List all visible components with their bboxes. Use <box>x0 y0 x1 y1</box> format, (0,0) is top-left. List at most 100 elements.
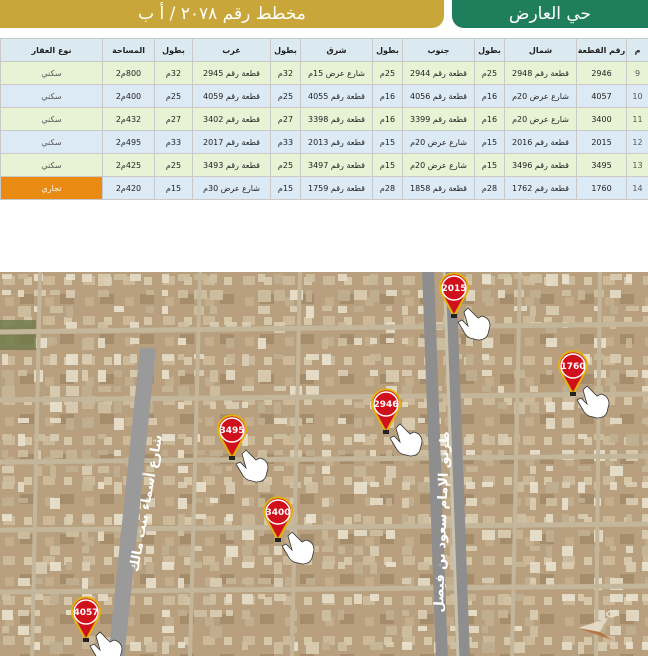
building-block <box>386 642 394 647</box>
cell-area: 800م2 <box>102 61 155 85</box>
building-block <box>338 530 348 539</box>
building-block <box>402 610 409 616</box>
cell-south: شارع عرض 20م <box>402 130 475 154</box>
building-block <box>18 578 30 586</box>
building-block <box>210 578 222 587</box>
building-block <box>114 402 122 413</box>
building-block <box>130 274 141 281</box>
building-block <box>178 338 186 345</box>
building-block <box>114 482 122 494</box>
building-block <box>354 450 366 457</box>
building-block <box>162 642 169 654</box>
building-block <box>66 418 74 430</box>
cell-west-len: 27م <box>154 107 193 131</box>
building-block <box>498 402 507 409</box>
building-block <box>82 466 92 475</box>
cell-north-len: 25م <box>474 61 505 85</box>
building-block <box>370 594 379 601</box>
cell-east: قطعة رقم 3497 <box>300 153 373 177</box>
building-block <box>610 354 621 363</box>
building-block <box>562 418 574 428</box>
building-block <box>98 290 109 297</box>
building-block <box>50 450 63 458</box>
building-block <box>2 514 12 521</box>
building-block <box>98 402 111 413</box>
building-block <box>66 562 72 570</box>
building-block <box>466 482 475 489</box>
building-block <box>546 306 559 315</box>
building-block <box>34 594 43 600</box>
building-block <box>82 562 90 571</box>
building-block <box>242 514 254 526</box>
building-block <box>114 306 124 312</box>
pin-tip <box>451 314 457 318</box>
cell-plot: 3495 <box>576 153 627 177</box>
building-block <box>178 354 184 360</box>
building-block <box>194 610 207 617</box>
building-block <box>530 386 538 392</box>
building-block <box>18 434 25 446</box>
building-block <box>354 402 365 408</box>
building-block <box>546 402 555 412</box>
building-block <box>114 418 124 430</box>
col-header-type: نوع العقار <box>0 38 103 62</box>
building-block <box>418 418 425 423</box>
building-block <box>274 450 283 455</box>
building-block <box>386 370 399 382</box>
building-block <box>530 626 538 637</box>
building-block <box>322 338 328 349</box>
cell-west: قطعة رقم 2945 <box>192 61 271 85</box>
building-block <box>466 338 473 346</box>
building-block <box>2 450 8 458</box>
building-block <box>466 498 477 506</box>
building-block <box>466 434 474 443</box>
building-block <box>82 578 88 589</box>
building-block <box>50 562 61 571</box>
cell-south: قطعة رقم 1858 <box>402 176 475 200</box>
building-block <box>178 274 190 281</box>
cell-area: 432م2 <box>102 107 155 131</box>
building-block <box>2 386 15 397</box>
building-block <box>322 466 330 474</box>
cell-south-len: 25م <box>372 61 403 85</box>
building-block <box>242 578 253 584</box>
building-block <box>258 530 264 536</box>
building-block <box>50 306 63 313</box>
building-block <box>66 466 78 472</box>
building-block <box>114 386 121 392</box>
building-block <box>306 514 316 523</box>
building-block <box>242 354 249 366</box>
building-block <box>578 530 590 536</box>
satellite-map[interactable]: شارع أسماء بنت مالك طريق الإمام سعود بن ف… <box>0 272 648 656</box>
cell-west: قطعة رقم 2017 <box>192 130 271 154</box>
building-block <box>242 610 250 619</box>
building-block <box>482 578 494 583</box>
building-block <box>354 594 362 604</box>
building-block <box>82 642 91 649</box>
building-block <box>322 530 328 540</box>
cell-north: قطعة رقم 2016 <box>504 130 577 154</box>
building-block <box>66 578 79 585</box>
building-block <box>50 418 61 423</box>
cell-west: قطعة رقم 3402 <box>192 107 271 131</box>
building-block <box>402 578 411 584</box>
building-block <box>50 642 63 654</box>
cell-west: قطعة رقم 4059 <box>192 84 271 108</box>
building-block <box>50 290 60 295</box>
vegetation-patch <box>0 320 36 350</box>
building-block <box>562 546 573 556</box>
building-block <box>354 546 363 555</box>
cell-no: 9 <box>626 61 648 85</box>
building-block <box>498 594 510 605</box>
building-block <box>530 306 536 316</box>
building-block <box>530 290 541 298</box>
col-header-plot: رقم القطعة <box>576 38 627 62</box>
building-block <box>82 514 94 523</box>
building-block <box>178 450 184 459</box>
building-block <box>626 594 638 601</box>
building-block <box>370 338 377 344</box>
cell-west-len: 25م <box>154 84 193 108</box>
cell-north: شارع عرض 20م <box>504 107 577 131</box>
building-block <box>210 466 222 474</box>
building-block <box>226 546 238 557</box>
